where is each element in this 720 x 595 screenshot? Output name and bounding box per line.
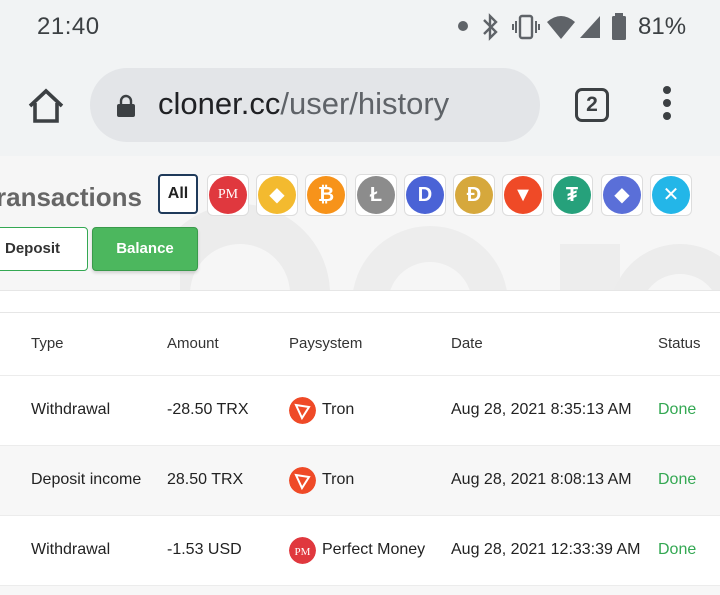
tab-deposit[interactable]: Deposit (0, 227, 88, 271)
more-menu-icon[interactable] (660, 86, 674, 126)
lock-icon (117, 94, 135, 117)
status-time: 21:40 (37, 13, 100, 40)
cell-paysystem: Tron (322, 471, 355, 488)
filter-all-button[interactable]: All (158, 174, 198, 214)
ripple-glyph: ✕ (662, 184, 680, 206)
cell-date: Aug 28, 2021 8:08:13 AM (451, 471, 632, 488)
cell-type: Withdrawal (31, 541, 111, 558)
transactions-table: Type Amount Paysystem Date Status Withdr… (0, 313, 720, 595)
column-header-amount[interactable]: Amount (167, 335, 219, 352)
cell-paysystem: Perfect Money (322, 541, 426, 558)
url-path: /user/history (280, 86, 450, 121)
bitcoin-glyph: ₿ (317, 184, 335, 206)
dash-glyph: D (417, 184, 433, 206)
wifi-icon (547, 16, 575, 39)
perfect-money-icon: PM (289, 537, 316, 564)
filter-tron-button[interactable]: ▼ (502, 174, 544, 216)
filter-bitcoin-button[interactable]: ₿ (305, 174, 347, 216)
notification-dot-icon (458, 21, 468, 31)
perfect-money-glyph: PM (217, 187, 239, 202)
svg-text:PM: PM (295, 546, 311, 558)
cell-type: Withdrawal (31, 401, 111, 418)
table-row[interactable]: Withdrawal -1.53 USD PM Perfect Money Au… (0, 516, 720, 586)
cell-paysystem: Tron (322, 401, 355, 418)
bitcoin-icon: ₿ (307, 176, 345, 214)
url-text[interactable]: cloner.cc/user/history (158, 86, 449, 122)
table-row[interactable]: Withdrawal -28.50 TRX Tron Aug 28, 2021 … (0, 376, 720, 446)
cell-status: Done (658, 541, 697, 558)
litecoin-icon: Ł (357, 176, 395, 214)
divider (0, 290, 720, 291)
tab-balance[interactable]: Balance (92, 227, 198, 271)
bluetooth-icon (483, 13, 498, 41)
tab-switcher-button[interactable]: 2 (575, 88, 609, 122)
cell-date: Aug 28, 2021 8:35:13 AM (451, 401, 632, 418)
filter-ethereum-button[interactable]: ◆ (601, 174, 643, 216)
binance-glyph: ◆ (269, 184, 285, 206)
tron-icon (289, 397, 316, 424)
table-row[interactable]: Deposit income 28.50 TRX Tron Aug 28, 20… (0, 446, 720, 516)
transactions-header: ransactions All PM ◆ ₿ Ł D Ð ▼ ₮ ◆ ✕ Deposit Bala… (0, 156, 720, 290)
cell-date: Aug 28, 2021 12:33:39 AM (451, 541, 641, 558)
column-header-status[interactable]: Status (658, 335, 701, 352)
filter-perfect-money-button[interactable]: PM (207, 174, 249, 216)
cell-amount: -1.53 USD (167, 541, 242, 558)
filter-dogecoin-button[interactable]: Ð (453, 174, 495, 216)
column-header-date[interactable]: Date (451, 335, 483, 352)
tron-glyph: ▼ (513, 184, 533, 206)
table-header: Type Amount Paysystem Date Status (0, 313, 720, 376)
ripple-icon: ✕ (652, 176, 690, 214)
dogecoin-icon: Ð (455, 176, 493, 214)
vibrate-icon (512, 14, 540, 40)
dogecoin-glyph: Ð (466, 184, 482, 206)
home-icon[interactable] (24, 84, 68, 128)
filter-litecoin-button[interactable]: Ł (355, 174, 397, 216)
tron-icon (289, 467, 316, 494)
table-row (0, 586, 720, 595)
ethereum-icon: ◆ (603, 176, 641, 214)
binance-icon: ◆ (258, 176, 296, 214)
cell-amount: -28.50 TRX (167, 401, 249, 418)
cell-amount: 28.50 TRX (167, 471, 244, 488)
tether-icon: ₮ (553, 176, 591, 214)
filter-dash-button[interactable]: D (404, 174, 446, 216)
litecoin-glyph: Ł (369, 184, 383, 206)
filter-tether-button[interactable]: ₮ (551, 174, 593, 216)
tron-icon: ▼ (504, 176, 542, 214)
signal-icon (580, 16, 600, 38)
battery-icon (612, 13, 626, 40)
dash-icon: D (406, 176, 444, 214)
column-header-type[interactable]: Type (31, 335, 64, 352)
tether-glyph: ₮ (565, 184, 579, 206)
url-host: cloner.cc (158, 86, 281, 121)
address-bar[interactable]: cloner.cc/user/history (90, 68, 540, 142)
status-bar: 21:40 81% (0, 0, 720, 56)
column-header-paysystem[interactable]: Paysystem (289, 335, 362, 352)
filter-binance-button[interactable]: ◆ (256, 174, 298, 216)
perfect-money-icon: PM (209, 176, 247, 214)
page-content: ransactions All PM ◆ ₿ Ł D Ð ▼ ₮ ◆ ✕ Deposit Bala… (0, 156, 720, 595)
ethereum-glyph: ◆ (614, 184, 630, 206)
cell-status: Done (658, 471, 697, 488)
battery-percent: 81% (638, 13, 687, 40)
cell-type: Deposit income (31, 471, 142, 488)
filter-ripple-button[interactable]: ✕ (650, 174, 692, 216)
browser-toolbar: cloner.cc/user/history 2 (0, 56, 720, 156)
cell-status: Done (658, 401, 697, 418)
page-title: ransactions (0, 182, 142, 212)
